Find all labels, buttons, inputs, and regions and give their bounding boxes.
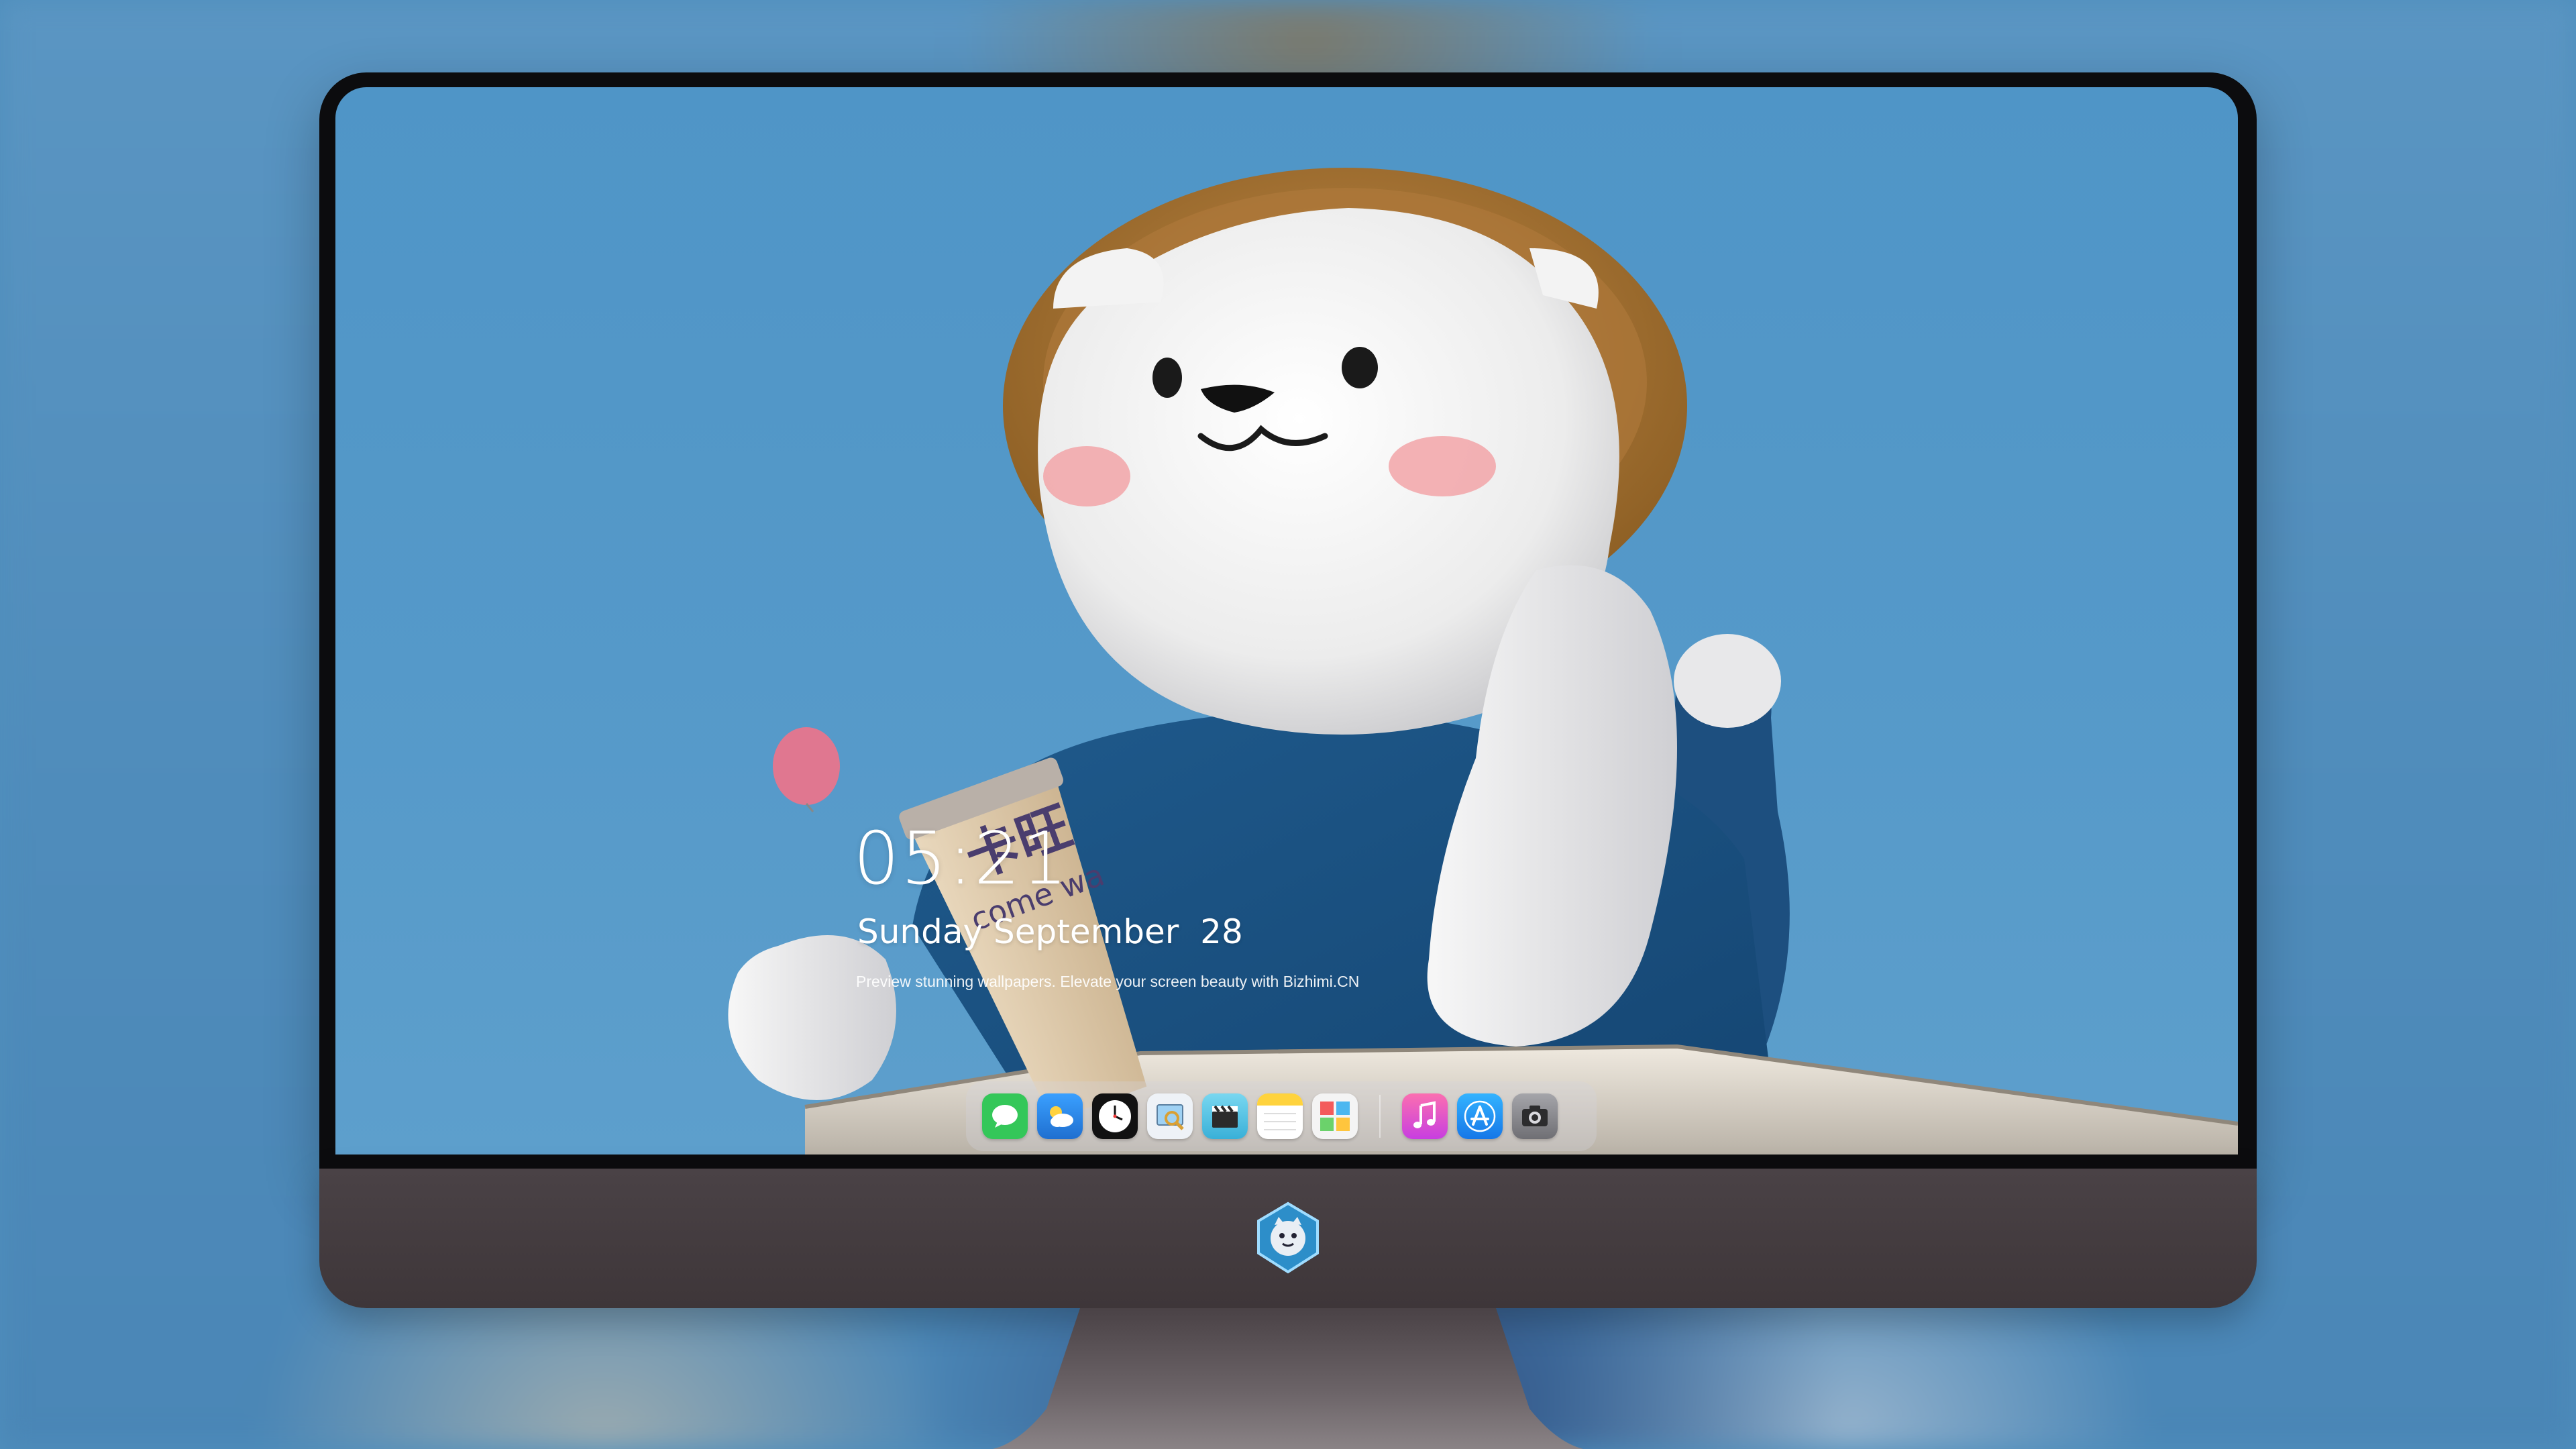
photo-booth-icon: [1320, 1102, 1350, 1131]
app-store-icon: [1464, 1100, 1496, 1132]
wallpaper-bear-sculpture: 卡旺 come wa: [728, 168, 2238, 1155]
dock-app-app-store[interactable]: [1457, 1093, 1503, 1139]
dock-separator: [1379, 1095, 1381, 1138]
music-icon: [1413, 1101, 1436, 1128]
dock-app-clips[interactable]: [1202, 1093, 1248, 1139]
dock-app-music[interactable]: [1402, 1093, 1448, 1139]
dock-app-clock[interactable]: [1092, 1093, 1138, 1139]
mascot-logo-icon: [1257, 1201, 1319, 1274]
monitor-screen: 卡旺 come wa 05:21 Sunday September 28 Pre…: [335, 87, 2238, 1155]
dock-app-weather[interactable]: [1037, 1093, 1083, 1139]
clapperboard-icon: [1212, 1105, 1238, 1128]
monitor-stand: [993, 1308, 1583, 1449]
weather-icon: [1050, 1106, 1073, 1127]
dock-app-preview[interactable]: [1147, 1093, 1193, 1139]
dock-app-messages[interactable]: [982, 1093, 1028, 1139]
dock-app-photo-booth[interactable]: [1312, 1093, 1358, 1139]
camera-icon: [1522, 1106, 1548, 1126]
messages-icon: [992, 1105, 1018, 1128]
dock-app-camera[interactable]: [1512, 1093, 1558, 1139]
dock: [966, 1081, 1597, 1151]
preview-icon: [1157, 1104, 1184, 1130]
notes-icon: [1257, 1093, 1303, 1130]
lockscreen-clock: 05:21: [853, 817, 1069, 901]
wallpaper-caption: Preview stunning wallpapers. Elevate you…: [856, 973, 1360, 990]
lockscreen-date: Sunday September 28: [857, 912, 1243, 951]
clock-icon: [1099, 1100, 1131, 1132]
page: 卡旺 come wa 05:21 Sunday September 28 Pre…: [0, 0, 2576, 1449]
dock-app-notes[interactable]: [1257, 1093, 1303, 1139]
